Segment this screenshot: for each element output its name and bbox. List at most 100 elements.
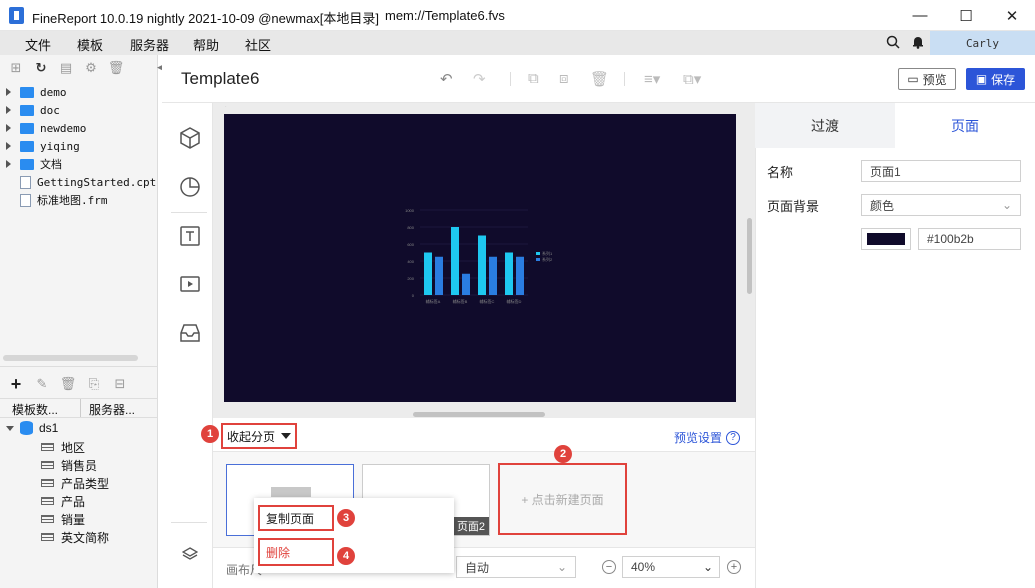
- step-badge-1: 1: [201, 425, 219, 443]
- menu-help[interactable]: 帮助: [193, 35, 219, 54]
- preview-data-icon[interactable]: ⎘: [86, 376, 102, 392]
- delete-menu-item[interactable]: 删除: [258, 538, 334, 566]
- background-type-select[interactable]: 颜色 ⌄: [861, 194, 1021, 216]
- expand-icon[interactable]: [6, 88, 11, 96]
- y-tick-label: 200: [407, 276, 414, 281]
- legend-swatch: [536, 258, 540, 261]
- align-icon[interactable]: ≡▾: [644, 70, 660, 88]
- field-icon: [41, 461, 54, 469]
- color-hex-input[interactable]: #100b2b: [918, 228, 1021, 250]
- paste-icon[interactable]: ⧈: [559, 70, 569, 87]
- undo-icon[interactable]: ↶: [440, 70, 453, 88]
- vertical-scrollbar[interactable]: [747, 218, 752, 294]
- caret-down-icon: [281, 433, 292, 439]
- menu-file[interactable]: 文件: [25, 35, 51, 54]
- bell-icon[interactable]: [911, 35, 925, 49]
- layout-select[interactable]: 自动 ⌄: [456, 556, 576, 578]
- refresh-icon[interactable]: ↻: [33, 60, 49, 76]
- search-icon[interactable]: [886, 35, 900, 49]
- close-button[interactable]: ✕: [989, 0, 1035, 31]
- color-swatch-button[interactable]: [861, 228, 911, 250]
- add-page-button[interactable]: + 点击新建页面: [498, 463, 627, 535]
- tree-item[interactable]: newdemo: [6, 119, 86, 137]
- title-bar: FineReport 10.0.19 nightly 2021-10-09 @n…: [0, 0, 1035, 31]
- zoom-in-icon[interactable]: +: [727, 560, 741, 574]
- horizontal-scrollbar[interactable]: [413, 412, 545, 417]
- delete-dataset-icon[interactable]: 🗑: [60, 376, 77, 392]
- minimize-button[interactable]: —: [897, 0, 943, 31]
- background-type-value: 颜色: [870, 198, 895, 213]
- text-icon[interactable]: [178, 224, 202, 251]
- user-name[interactable]: Carly: [930, 31, 1035, 55]
- maximize-button[interactable]: ☐: [943, 0, 989, 31]
- zoom-select[interactable]: 40% ⌄: [622, 556, 720, 578]
- new-folder-icon[interactable]: ⊞: [8, 60, 24, 76]
- layers-icon[interactable]: [181, 546, 199, 565]
- dataset-field[interactable]: 产品类型: [41, 474, 109, 492]
- page2-label: 页面2: [453, 517, 489, 535]
- dataset-field[interactable]: 产品: [41, 492, 85, 510]
- tree-item[interactable]: yiqing: [6, 137, 80, 155]
- video-icon[interactable]: [178, 272, 202, 299]
- expand-icon[interactable]: [6, 124, 11, 132]
- folder-icon: [20, 104, 34, 116]
- tree-item[interactable]: demo: [6, 83, 67, 101]
- collapse-pages-button[interactable]: 收起分页: [221, 423, 297, 449]
- dataset-field[interactable]: 销售员: [41, 456, 97, 474]
- tree-item[interactable]: doc: [6, 101, 60, 119]
- bar-chart[interactable]: 0 200 400 600 800 1000 辅标签A 辅标签B 辅标签C 辅标签D 系列1系列2: [224, 114, 736, 402]
- add-dataset-icon[interactable]: +: [8, 374, 24, 394]
- view-icon[interactable]: ▤: [58, 60, 74, 76]
- settings-icon[interactable]: ⚙: [83, 60, 99, 76]
- tree-item[interactable]: 文档: [6, 155, 62, 173]
- chevron-down-icon: ⌄: [556, 560, 567, 574]
- database-icon: [20, 421, 33, 435]
- splitter[interactable]: [0, 366, 158, 370]
- save-button[interactable]: ▣ 保存: [966, 68, 1025, 90]
- side-divider: [171, 212, 207, 213]
- dataset-field[interactable]: 英文简称: [41, 528, 109, 546]
- copy-page-menu-item[interactable]: 复制页面: [258, 505, 334, 531]
- bg-chevron-icon: ⌄: [1001, 198, 1012, 212]
- canvas-hint: ·: [225, 104, 227, 110]
- redo-icon[interactable]: ↷: [473, 70, 486, 88]
- menu-community[interactable]: 社区: [245, 35, 271, 54]
- server-dataset-icon[interactable]: ⊟: [112, 376, 128, 392]
- tab-transition[interactable]: 过渡: [755, 103, 895, 148]
- tree-item[interactable]: 标准地图.frm: [6, 191, 108, 209]
- y-tick-label: 1000: [405, 208, 415, 213]
- tree-item-label: doc: [40, 103, 60, 117]
- tab-page[interactable]: 页面: [895, 103, 1035, 148]
- edit-icon[interactable]: ✎: [34, 376, 50, 392]
- layer-icon[interactable]: ⧉▾: [683, 70, 701, 88]
- pie-chart-icon[interactable]: [178, 175, 202, 202]
- expand-icon[interactable]: [6, 160, 11, 168]
- layout-value: 自动: [465, 560, 490, 575]
- dataset-field[interactable]: 销量: [41, 510, 85, 528]
- menu-template[interactable]: 模板: [77, 35, 103, 54]
- dataset-root[interactable]: ds1: [6, 419, 58, 437]
- zoom-out-icon[interactable]: −: [602, 560, 616, 574]
- toolbar-divider: [510, 72, 511, 86]
- step-badge-3: 3: [337, 509, 355, 527]
- help-icon: ?: [726, 430, 741, 445]
- template-name: Template6: [181, 69, 260, 88]
- tree-item[interactable]: GettingStarted.cpt: [6, 173, 156, 191]
- tree-scrollbar[interactable]: [3, 355, 138, 361]
- tab-template-dataset[interactable]: 模板数...: [12, 401, 58, 418]
- menu-server[interactable]: 服务器: [130, 35, 169, 54]
- dataset-field[interactable]: 地区: [41, 438, 85, 456]
- delete-icon[interactable]: 🗑: [590, 70, 609, 88]
- step-badge-2: 2: [554, 445, 572, 463]
- trash-icon[interactable]: 🗑: [108, 60, 125, 76]
- tab-server-dataset[interactable]: 服务器...: [89, 401, 135, 418]
- preview-button[interactable]: ▭ 预览: [898, 68, 956, 90]
- preview-settings-link[interactable]: 预览设置 ?: [674, 429, 741, 446]
- inbox-icon[interactable]: [178, 321, 202, 348]
- copy-icon[interactable]: ⧉: [528, 70, 539, 87]
- cube-icon[interactable]: [178, 126, 202, 153]
- expand-icon[interactable]: [6, 106, 11, 114]
- canvas-page[interactable]: 0 200 400 600 800 1000 辅标签A 辅标签B 辅标签C 辅标签D 系列1 系列2: [224, 114, 736, 402]
- page-name-input[interactable]: 页面1: [861, 160, 1021, 182]
- expand-icon[interactable]: [6, 142, 11, 150]
